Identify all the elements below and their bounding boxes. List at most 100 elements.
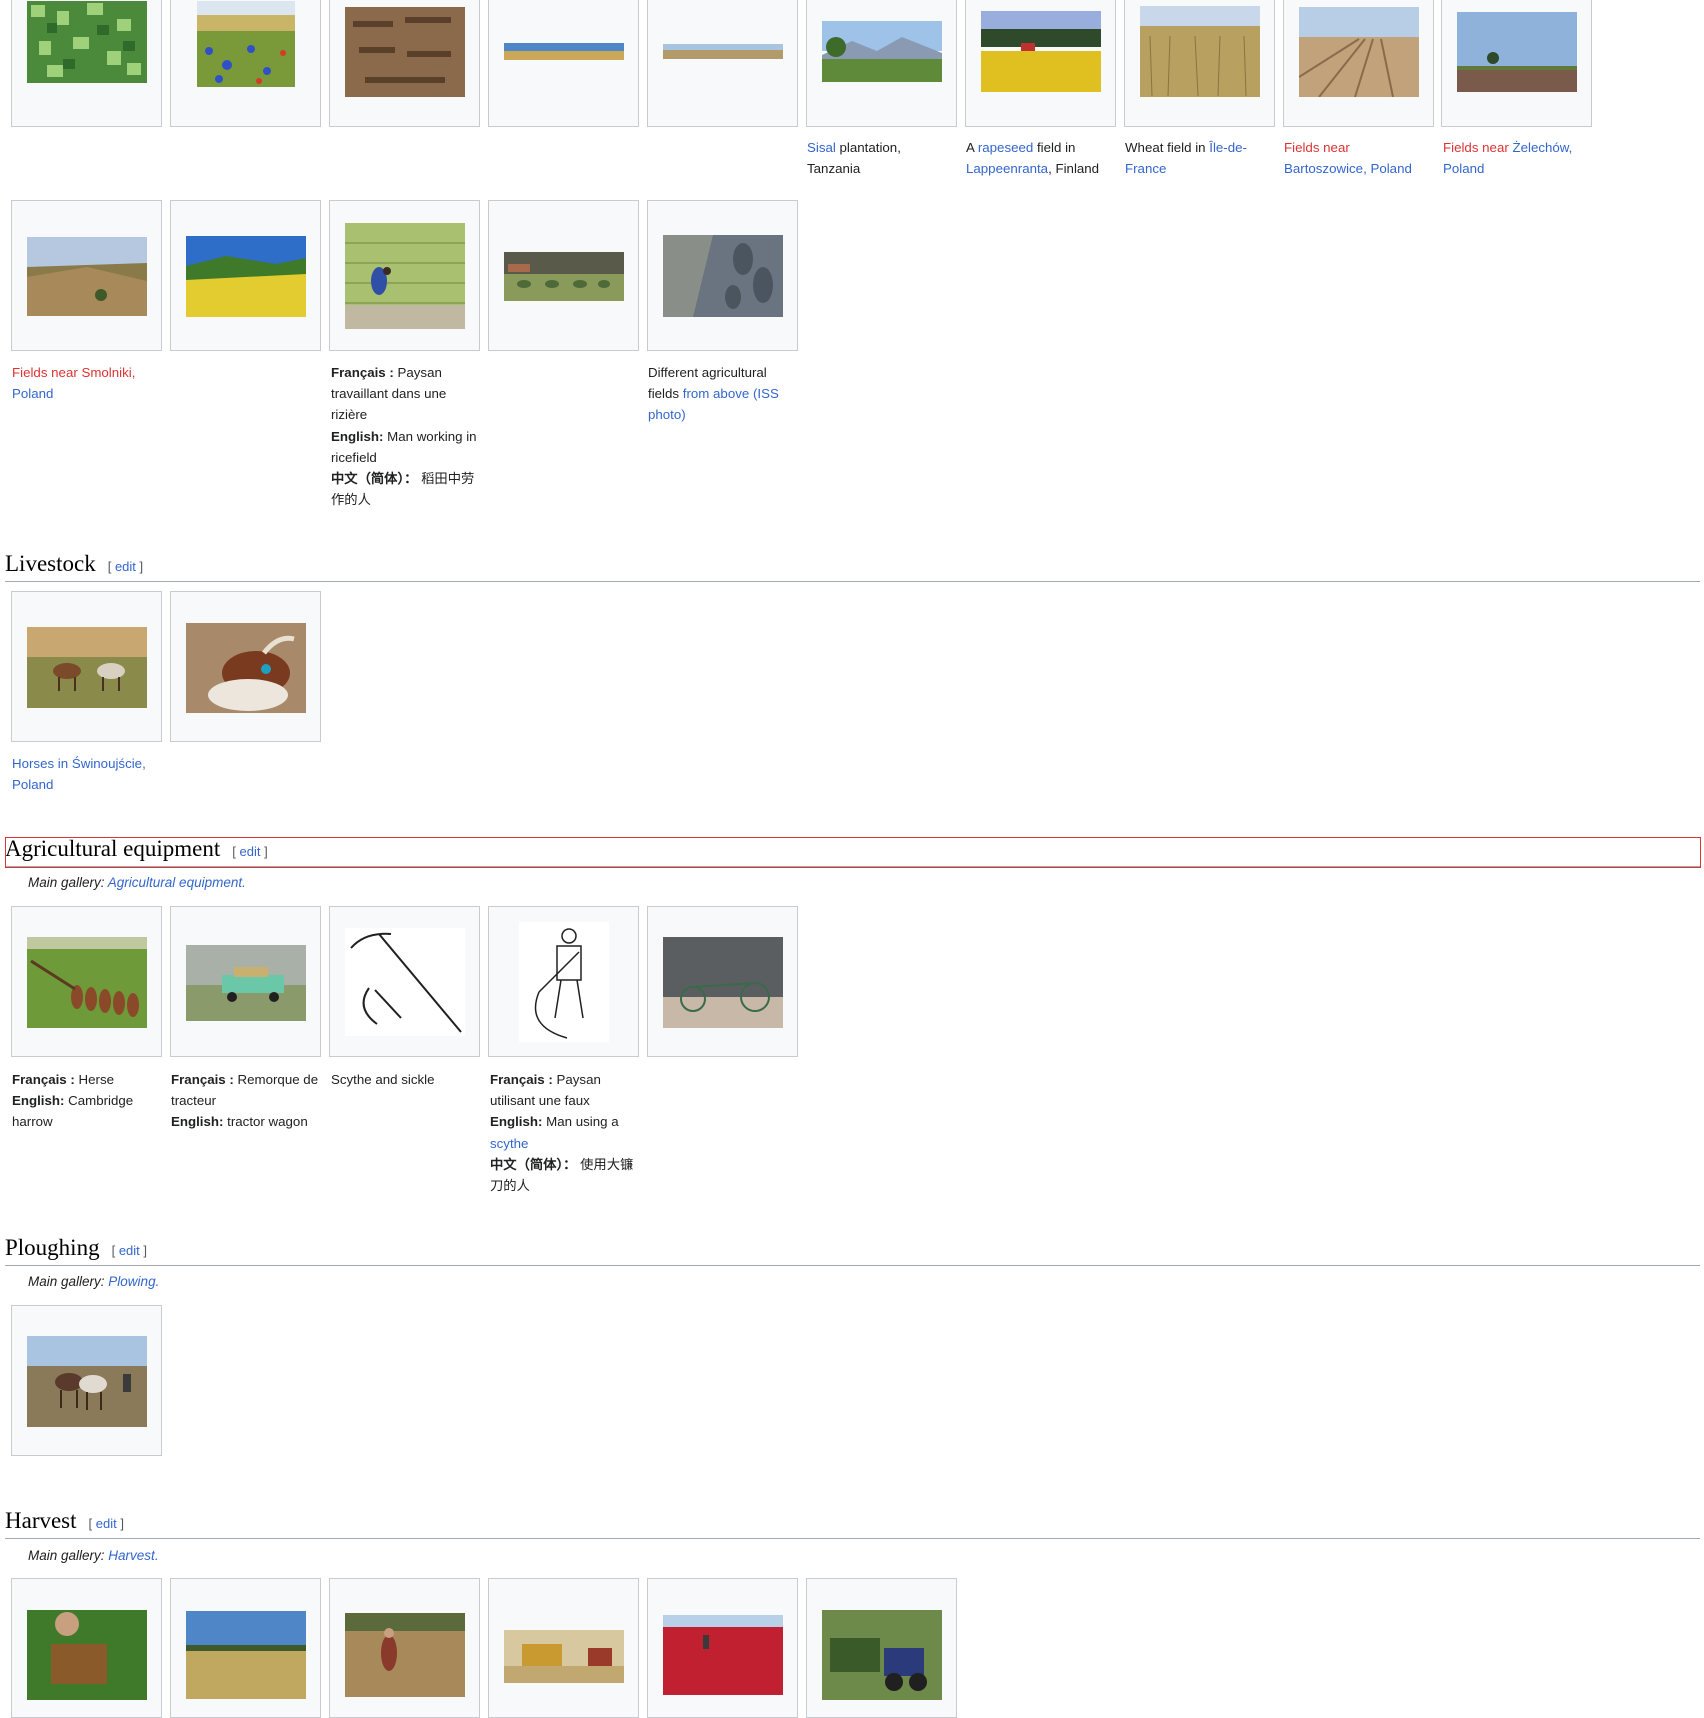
main-gallery-note: Main gallery: Harvest. <box>28 1548 159 1563</box>
gallery-box <box>647 906 798 1057</box>
smolniki-fields-image[interactable] <box>27 237 147 316</box>
gallery-box <box>1441 0 1592 127</box>
old-hay-rake-image[interactable] <box>663 937 783 1028</box>
combine-harvester-image[interactable] <box>504 1630 624 1683</box>
section-heading-livestock: Livestock[ edit ] <box>5 551 1700 582</box>
gallery-box <box>170 200 321 351</box>
edit-link[interactable]: edit <box>119 1243 140 1258</box>
gallery-box <box>329 200 480 351</box>
gallery-box <box>806 1578 957 1718</box>
gallery-box <box>11 1578 162 1718</box>
main-gallery-link[interactable]: Agricultural equipment <box>108 875 242 890</box>
gallery-box <box>329 906 480 1057</box>
gallery-box <box>1283 0 1434 127</box>
gallery-box <box>11 200 162 351</box>
edit-link[interactable]: edit <box>96 1516 117 1531</box>
scythe-and-sickle-image[interactable] <box>345 928 465 1036</box>
woman-harvesting-image[interactable] <box>345 1613 465 1697</box>
caption-harrow: Français : Herse English: Cambridge harr… <box>12 1072 134 1130</box>
gallery-box <box>806 0 957 127</box>
harvested-field-image[interactable] <box>186 1611 306 1699</box>
ploughing-horses-image[interactable] <box>27 1336 147 1427</box>
wide-field-panorama-2-image[interactable] <box>663 44 783 59</box>
goat-image[interactable] <box>186 623 306 713</box>
gallery-box <box>170 591 321 742</box>
main-gallery-link[interactable]: Plowing <box>108 1274 155 1289</box>
iss-aerial-fields-image[interactable] <box>663 235 783 317</box>
caption-link[interactable]: Bartoszowice, Poland <box>1284 161 1412 176</box>
caption-link[interactable]: Horses in Świnoujście, <box>12 756 146 771</box>
gallery-box <box>647 0 798 127</box>
forage-harvester-image[interactable] <box>822 1610 942 1700</box>
zelechow-fields-image[interactable] <box>1457 12 1577 92</box>
edit-link[interactable]: edit <box>115 559 136 574</box>
caption-smolniki: Fields near Smolniki, Poland <box>12 362 164 404</box>
rapeseed-field-image[interactable] <box>981 11 1101 92</box>
hay-bales-field-image[interactable] <box>504 252 624 301</box>
gallery-box <box>11 1305 162 1456</box>
caption-scythe-sickle: Scythe and sickle <box>331 1072 435 1087</box>
yellow-rapeseed-hills-image[interactable] <box>186 236 306 317</box>
harrow-image[interactable] <box>27 937 147 1028</box>
gallery-box <box>170 906 321 1057</box>
tractor-wagon-image[interactable] <box>186 945 306 1021</box>
gallery-box <box>11 906 162 1057</box>
caption-link[interactable]: rapeseed <box>978 140 1033 155</box>
sisal-plantation-image[interactable] <box>822 21 942 82</box>
gallery-box <box>170 0 321 127</box>
rice-paddy-worker-image[interactable] <box>345 223 465 329</box>
caption-rapeseed: A rapeseed field in Lappeenranta, Finlan… <box>966 140 1100 177</box>
gallery-box <box>488 906 639 1057</box>
caption-zelechow: Fields near Żelechów, Poland <box>1443 137 1595 179</box>
wheat-field-image[interactable] <box>1140 6 1260 97</box>
caption-man-with-scythe: Français : Paysan utilisant une faux Eng… <box>490 1072 634 1194</box>
main-gallery-link[interactable]: Harvest <box>108 1548 155 1563</box>
horses-image[interactable] <box>27 627 147 708</box>
caption-iss: Different agricultural fields from above… <box>648 365 779 423</box>
caption-link[interactable]: Lappeenranta <box>966 161 1048 176</box>
gallery-box <box>11 591 162 742</box>
caption-link[interactable]: from above (ISS <box>683 386 779 401</box>
ploughed-pits-image[interactable] <box>345 7 465 97</box>
gallery-box <box>170 1578 321 1718</box>
caption-tractor-wagon: Français : Remorque de tracteur English:… <box>171 1072 319 1130</box>
gallery-box <box>1124 0 1275 127</box>
main-gallery-note: Main gallery: Agricultural equipment. <box>28 875 246 890</box>
caption-link[interactable]: Sisal <box>807 140 836 155</box>
caption-link[interactable]: Żelechów, <box>1512 140 1572 155</box>
highlight-box <box>5 837 1701 868</box>
caption-bartoszowice: Fields near Bartoszowice, Poland <box>1284 137 1436 179</box>
section-heading-harvest: Harvest[ edit ] <box>5 1508 1700 1539</box>
wide-field-panorama-1-image[interactable] <box>504 43 624 60</box>
caption-rice: Français : Paysan travaillant dans une r… <box>331 365 477 508</box>
gallery-box <box>488 1578 639 1718</box>
gallery-box <box>488 200 639 351</box>
caption-link[interactable]: scythe <box>490 1136 528 1151</box>
caption-sisal: Sisal plantation, Tanzania <box>807 140 901 177</box>
wildflower-field-image[interactable] <box>197 1 295 87</box>
caption-link[interactable]: Poland <box>1443 161 1484 176</box>
caption-link[interactable]: Poland <box>12 777 53 792</box>
caption-redlink[interactable]: Fields near Smolniki, <box>12 365 135 380</box>
man-with-scythe-image[interactable] <box>519 922 609 1042</box>
caption-link[interactable]: Poland <box>12 386 53 401</box>
cranberry-harvest-image[interactable] <box>663 1615 783 1695</box>
caption-link[interactable]: Île-de- <box>1209 140 1247 155</box>
caption-redlink[interactable]: Fields near <box>1443 140 1512 155</box>
caption-wheat: Wheat field in Île-de- France <box>1125 140 1247 177</box>
caption-redlink[interactable]: Fields near <box>1284 140 1350 155</box>
caption-horses: Horses in Świnoujście, Poland <box>12 753 164 795</box>
bartoszowice-fields-image[interactable] <box>1299 7 1419 97</box>
crop-fields-satellite-image[interactable] <box>27 1 147 83</box>
gallery-box <box>329 0 480 127</box>
caption-link[interactable]: France <box>1125 161 1166 176</box>
section-heading-ploughing: Ploughing[ edit ] <box>5 1235 1700 1266</box>
gallery-box <box>11 0 162 127</box>
caption-link[interactable]: photo) <box>648 407 686 422</box>
gallery-box <box>329 1578 480 1718</box>
hand-harvest-image[interactable] <box>27 1610 147 1700</box>
main-gallery-note: Main gallery: Plowing. <box>28 1274 160 1289</box>
gallery-box <box>647 1578 798 1718</box>
gallery-box <box>488 0 639 127</box>
gallery-box <box>965 0 1116 127</box>
